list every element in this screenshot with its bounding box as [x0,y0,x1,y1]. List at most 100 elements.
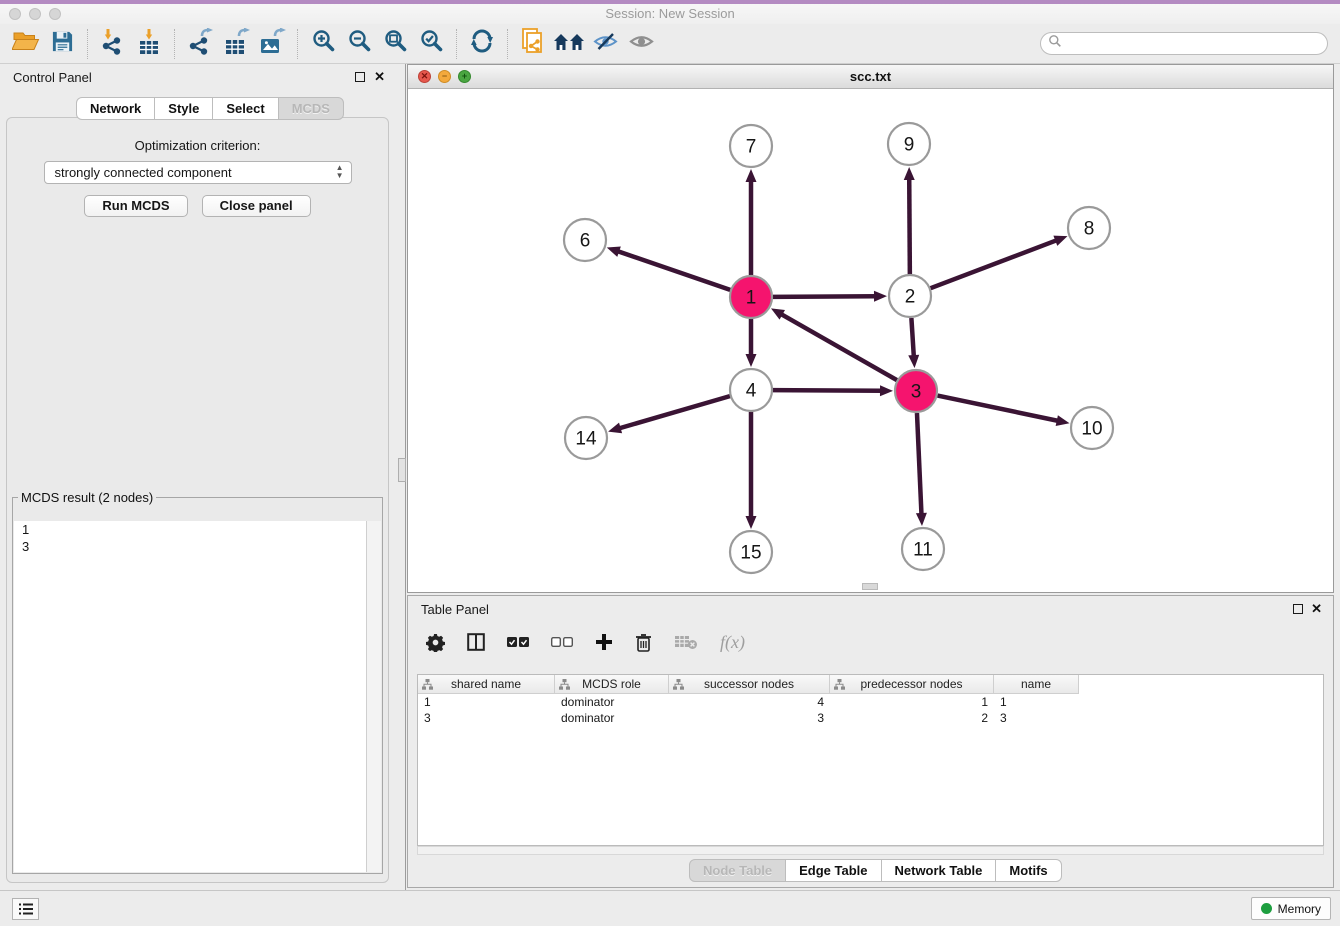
column-header-name[interactable]: name [994,675,1079,694]
export-table-icon [223,28,250,60]
network-view-window: ✕ − + scc.txt 1234678910111415 [407,64,1334,593]
tab-network[interactable]: Network [76,97,155,120]
tab-select[interactable]: Select [212,97,278,120]
trash-icon[interactable] [635,633,652,652]
table-cell[interactable]: 1 [994,694,1079,710]
graph-edge-1-2[interactable] [773,296,876,297]
table-panel-title: Table Panel [421,602,489,617]
table-cell[interactable]: dominator [555,710,669,726]
float-panel-icon[interactable] [355,72,365,82]
close-panel-icon[interactable]: ✕ [374,69,385,85]
tab-motifs[interactable]: Motifs [995,859,1061,882]
toolbar-separator [87,29,88,59]
table-cell[interactable]: dominator [555,694,669,710]
edge-arrowhead [908,355,919,368]
control-panel-tabs: Network Style Select MCDS [76,97,344,120]
copy-network-button[interactable] [515,28,551,60]
float-panel-icon[interactable] [1293,604,1303,614]
run-mcds-button[interactable]: Run MCDS [84,195,187,217]
graph-edge-2-3[interactable] [911,318,913,357]
zoom-selected-button[interactable] [413,28,449,60]
deselect-all-icon[interactable] [551,636,573,648]
graph-edge-2-9[interactable] [909,178,910,274]
table-cell[interactable]: 3 [669,710,830,726]
optimization-criterion-label: Optimization criterion: [7,138,388,153]
graph-edge-4-3[interactable] [773,390,882,391]
table-cell[interactable]: 3 [418,710,555,726]
function-builder-icon[interactable]: f(x) [720,632,745,653]
result-scrollbar[interactable] [366,521,381,872]
edge-arrowhead [607,246,621,256]
network-canvas[interactable]: 1234678910111415 [408,88,1333,592]
tab-style[interactable]: Style [154,97,213,120]
graph-edge-3-1[interactable] [781,314,897,380]
gear-icon[interactable] [426,633,445,652]
column-header-predecessor-nodes[interactable]: predecessor nodes [830,675,994,694]
table-row[interactable]: 1dominator411 [418,694,1323,710]
criterion-value: strongly connected component [55,165,232,180]
import-network-button[interactable] [95,28,131,60]
table-cell[interactable]: 1 [830,694,994,710]
save-floppy-icon [51,30,74,58]
save-session-button[interactable] [44,28,80,60]
mcds-result-list[interactable]: 13 [14,521,367,872]
column-header-shared-name[interactable]: shared name [418,675,555,694]
toolbar-separator [297,29,298,59]
horizontal-splitter-handle[interactable] [862,583,878,590]
table-toolbar: f(x) [426,622,745,662]
graph-edge-3-11[interactable] [917,413,922,515]
columns-icon[interactable] [467,633,485,651]
search-field[interactable] [1040,32,1328,55]
close-panel-button[interactable]: Close panel [202,195,311,217]
delete-table-icon[interactable] [674,634,698,650]
column-header-successor-nodes[interactable]: successor nodes [669,675,830,694]
criterion-select[interactable]: strongly connected component ▲▼ [44,161,352,184]
graph-edge-4-14[interactable] [619,396,730,428]
edge-arrowhead [608,423,622,434]
import-table-button[interactable] [131,28,167,60]
toolbar-separator [456,29,457,59]
export-network-button[interactable] [182,28,218,60]
table-cell[interactable]: 4 [669,694,830,710]
tab-mcds[interactable]: MCDS [278,97,344,120]
vertical-splitter-handle[interactable] [398,458,406,482]
graph-node-label: 4 [746,381,757,402]
close-panel-icon[interactable]: ✕ [1311,601,1322,617]
refresh-layout-button[interactable] [464,28,500,60]
table-cell[interactable]: 2 [830,710,994,726]
column-label: predecessor nodes [860,677,962,691]
export-image-button[interactable] [254,28,290,60]
add-row-icon[interactable] [595,633,613,651]
column-label: shared name [451,677,521,691]
select-all-icon[interactable] [507,636,529,648]
memory-button[interactable]: Memory [1251,897,1331,920]
zoom-fit-button[interactable] [377,28,413,60]
open-session-button[interactable] [8,28,44,60]
edge-arrowhead [1053,236,1067,246]
table-row[interactable]: 3dominator323 [418,710,1323,726]
table-cell[interactable]: 3 [994,710,1079,726]
search-input[interactable] [1062,36,1306,52]
eye-slash-icon [592,31,619,57]
export-table-button[interactable] [218,28,254,60]
network-overview-button[interactable] [551,28,587,60]
graph-edge-2-8[interactable] [931,240,1058,288]
zoom-out-button[interactable] [341,28,377,60]
column-label: MCDS role [582,677,641,691]
task-history-button[interactable] [12,898,39,920]
graph-node-label: 9 [904,135,915,156]
graph-edge-1-6[interactable] [617,251,730,290]
tab-edge-table[interactable]: Edge Table [785,859,881,882]
network-window-titlebar[interactable]: ✕ − + scc.txt [408,65,1333,89]
tab-network-table[interactable]: Network Table [881,859,997,882]
show-panels-button[interactable] [623,28,659,60]
table-cell[interactable]: 1 [418,694,555,710]
table-hscrollbar[interactable] [417,846,1324,855]
tab-node-table[interactable]: Node Table [689,859,786,882]
graph-edge-3-10[interactable] [938,396,1059,421]
column-header-MCDS-role[interactable]: MCDS role [555,675,669,694]
hide-panels-button[interactable] [587,28,623,60]
zoom-in-button[interactable] [305,28,341,60]
node-table[interactable]: shared name MCDS role successor nodes prede… [417,674,1324,846]
edge-arrowhead [746,516,757,529]
